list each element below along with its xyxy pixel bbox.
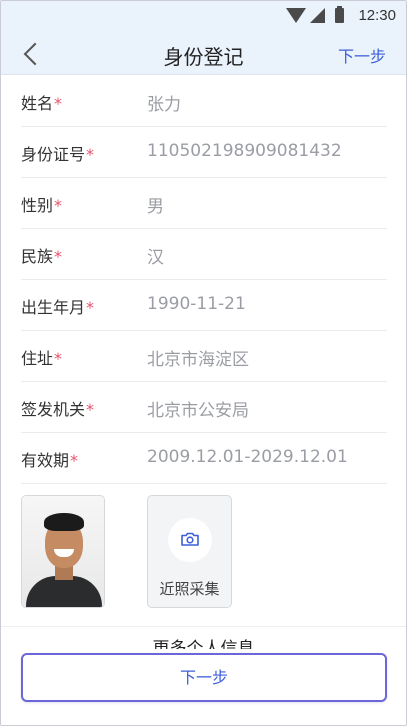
required-mark: * xyxy=(70,451,79,470)
form-row-name[interactable]: 姓名* 张力 xyxy=(21,76,387,127)
ethnicity-field[interactable]: 汉 xyxy=(147,243,164,268)
birth-date-field[interactable]: 1990-11-21 xyxy=(147,294,246,314)
next-step-button[interactable]: 下一步 xyxy=(21,653,387,702)
form-row-birth-date[interactable]: 出生年月* 1990-11-21 xyxy=(21,280,387,331)
camera-icon-circle xyxy=(168,518,212,562)
battery-icon xyxy=(335,6,345,23)
name-field[interactable]: 张力 xyxy=(147,90,181,115)
navigation-bar: 身份登记 下一步 xyxy=(1,35,406,75)
form-row-id-number[interactable]: 身份证号* 110502198909081432 xyxy=(21,127,387,178)
field-label: 出生年月* xyxy=(21,298,95,317)
field-label: 有效期* xyxy=(21,451,79,470)
form-row-address[interactable]: 住址* 北京市海淀区 xyxy=(21,331,387,382)
cellular-signal-icon xyxy=(310,8,326,23)
photo-hair xyxy=(44,513,84,531)
required-mark: * xyxy=(86,145,95,164)
required-mark: * xyxy=(54,349,63,368)
photo-capture-label: 近照采集 xyxy=(159,580,220,598)
field-label: 签发机关* xyxy=(21,400,95,419)
required-mark: * xyxy=(86,400,95,419)
required-mark: * xyxy=(54,196,63,215)
form-row-ethnicity[interactable]: 民族* 汉 xyxy=(21,229,387,280)
id-photo-thumbnail[interactable] xyxy=(21,495,105,608)
form-row-validity-period[interactable]: 有效期* 2009.12.01-2029.12.01 xyxy=(21,433,387,484)
identity-form: 姓名* 张力 身份证号* 110502198909081432 性别* 男 民族… xyxy=(21,76,387,484)
required-mark: * xyxy=(54,247,63,266)
gender-field[interactable]: 男 xyxy=(147,192,164,217)
nav-next-step-button[interactable]: 下一步 xyxy=(338,43,386,67)
validity-period-field[interactable]: 2009.12.01-2029.12.01 xyxy=(147,447,348,467)
required-mark: * xyxy=(54,94,63,113)
camera-icon xyxy=(181,532,199,546)
recent-photo-capture-button[interactable]: 近照采集 xyxy=(147,495,232,608)
field-label: 住址* xyxy=(21,349,63,368)
wifi-icon xyxy=(286,8,307,23)
form-row-gender[interactable]: 性别* 男 xyxy=(21,178,387,229)
issuing-authority-field[interactable]: 北京市公安局 xyxy=(147,396,249,421)
form-row-issuing-authority[interactable]: 签发机关* 北京市公安局 xyxy=(21,382,387,433)
field-label: 姓名* xyxy=(21,94,63,113)
field-label: 身份证号* xyxy=(21,145,95,164)
app-frame: 12:30 身份登记 下一步 姓名* 张力 身份证号* 110502198909… xyxy=(0,0,407,726)
status-time: 12:30 xyxy=(358,7,396,24)
id-number-field[interactable]: 110502198909081432 xyxy=(147,141,342,161)
section-divider xyxy=(1,626,406,627)
field-label: 民族* xyxy=(21,247,63,266)
address-field[interactable]: 北京市海淀区 xyxy=(147,345,249,370)
field-label: 性别* xyxy=(21,196,63,215)
required-mark: * xyxy=(86,298,95,317)
status-bar: 12:30 xyxy=(1,1,406,35)
